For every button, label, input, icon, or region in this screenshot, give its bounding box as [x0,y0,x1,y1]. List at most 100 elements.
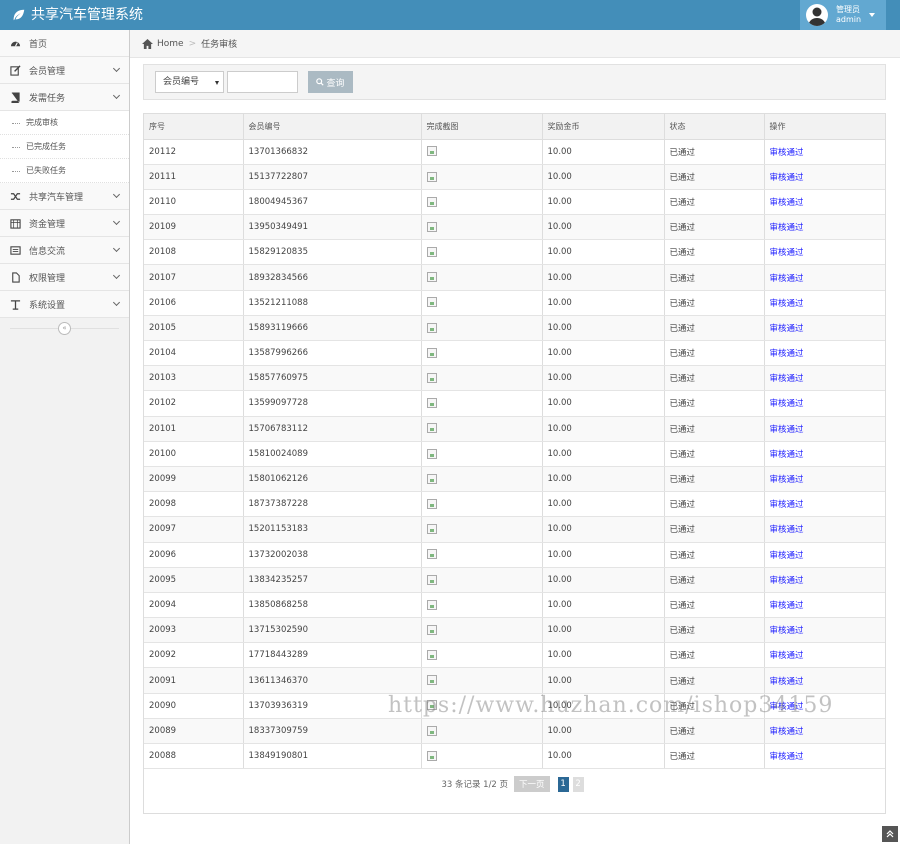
pagination: 33 条记录 1/2 页 下一页 1 2 [144,776,885,792]
sidebar-item-permissions[interactable]: 权限管理 [0,264,129,291]
broken-image-icon[interactable] [426,574,437,585]
cell-screenshot [421,189,543,216]
broken-image-icon[interactable] [426,196,437,207]
broken-image-icon[interactable] [426,347,437,358]
broken-image-icon[interactable] [426,650,437,661]
page-2-button[interactable]: 2 [572,776,584,792]
approve-link[interactable]: 审核通过 [770,551,804,561]
approve-link[interactable]: 审核通过 [770,626,804,636]
broken-image-icon[interactable] [426,247,437,258]
broken-image-icon[interactable] [426,498,437,509]
scroll-top-button[interactable] [882,826,898,842]
submenu-item-completed[interactable]: 已完成任务 [0,135,129,159]
broken-image-icon[interactable] [426,750,437,761]
cell-status: 已通过 [664,441,765,467]
submenu-item-failed[interactable]: 已失败任务 [0,159,129,183]
cell-member-id: 13703936319 [243,693,422,719]
brand[interactable]: 共享汽车管理系统 [12,0,143,30]
user-menu[interactable]: 管理员 admin [800,0,886,30]
approve-link[interactable]: 审核通过 [770,399,804,409]
sidebar-item-messages[interactable]: 信息交流 [0,237,129,264]
sidebar-item-cars[interactable]: 共享汽车管理 [0,183,129,210]
broken-image-icon[interactable] [426,297,437,308]
broken-image-icon[interactable] [426,171,437,182]
approve-link[interactable]: 审核通过 [770,727,804,737]
table-row: 20109 13950349491 10.00 已通过 审核通过 [144,214,885,241]
sidebar-item-funds[interactable]: 资金管理 [0,210,129,237]
broken-image-icon[interactable] [426,423,437,434]
cell-status: 已通过 [664,239,765,266]
broken-image-icon[interactable] [426,473,437,484]
search-field-select[interactable]: 会员编号 [155,71,224,93]
approve-link[interactable]: 审核通过 [770,651,804,661]
approve-link[interactable]: 审核通过 [770,173,804,183]
approve-link[interactable]: 审核通过 [770,148,804,158]
cell-id: 20107 [144,264,244,291]
sidebar-item-settings[interactable]: 系统设置 [0,291,129,318]
broken-image-icon[interactable] [426,725,437,736]
broken-image-icon[interactable] [426,398,437,409]
sidebar-item-members[interactable]: 会员管理 [0,57,129,84]
query-button[interactable]: 查询 [308,71,353,93]
broken-image-icon[interactable] [426,700,437,711]
collapse-icon[interactable]: « [58,322,71,335]
double-chevron-up-icon [886,830,894,838]
cell-screenshot [421,264,543,291]
approve-link[interactable]: 审核通过 [770,223,804,233]
table-row: 20111 15137722807 10.00 已通过 审核通过 [144,164,885,190]
approve-link[interactable]: 审核通过 [770,450,804,460]
approve-link[interactable]: 审核通过 [770,576,804,586]
cell-id: 20089 [144,718,244,745]
broken-image-icon[interactable] [426,146,437,157]
approve-link[interactable]: 审核通过 [770,500,804,510]
broken-image-icon[interactable] [426,373,437,384]
approve-link[interactable]: 审核通过 [770,324,804,334]
table-row: 20101 15706783112 10.00 已通过 审核通过 [144,416,885,442]
broken-image-icon[interactable] [426,272,437,283]
approve-link[interactable]: 审核通过 [770,198,804,208]
breadcrumb-home[interactable]: Home [157,39,184,49]
broken-image-icon[interactable] [426,549,437,560]
broken-image-icon[interactable] [426,675,437,686]
cell-status: 已通过 [664,491,765,518]
approve-link[interactable]: 审核通过 [770,475,804,485]
broken-image-icon[interactable] [426,599,437,610]
broken-image-icon[interactable] [426,524,437,535]
cell-action: 审核通过 [764,516,885,543]
approve-link[interactable]: 审核通过 [770,248,804,258]
next-page-button[interactable]: 下一页 [514,776,550,792]
text-icon [10,299,21,310]
broken-image-icon[interactable] [426,221,437,232]
approve-link[interactable]: 审核通过 [770,677,804,687]
chevron-down-icon [112,271,121,280]
cell-member-id: 15801062126 [243,466,422,493]
table-row: 20092 17718443289 10.00 已通过 审核通过 [144,642,885,669]
approve-link[interactable]: 审核通过 [770,299,804,309]
cell-reward: 10.00 [542,390,665,417]
approve-link[interactable]: 审核通过 [770,349,804,359]
sidebar: 首页 会员管理 发需任务 完成审核 已完成任务 已失败任务 共享汽车管理 资金管… [0,30,130,844]
table-row: 20090 13703936319 10.00 已通过 审核通过 [144,693,885,719]
cell-reward: 10.00 [542,718,665,745]
approve-link[interactable]: 审核通过 [770,752,804,762]
approve-link[interactable]: 审核通过 [770,601,804,611]
broken-image-icon[interactable] [426,624,437,635]
approve-link[interactable]: 审核通过 [770,374,804,384]
approve-link[interactable]: 审核通过 [770,274,804,284]
approve-link[interactable]: 审核通过 [770,525,804,535]
page-1-button[interactable]: 1 [557,776,569,792]
search-input[interactable] [227,71,298,93]
broken-image-icon[interactable] [426,448,437,459]
submenu-item-review[interactable]: 完成审核 [0,111,129,135]
broken-image-icon[interactable] [426,322,437,333]
cell-id: 20112 [144,139,244,165]
cell-id: 20094 [144,592,244,619]
sidebar-item-label: 资金管理 [29,219,66,230]
cell-screenshot [421,491,543,518]
sidebar-item-tasks[interactable]: 发需任务 [0,84,129,111]
table-row: 20103 15857760975 10.00 已通过 审核通过 [144,365,885,392]
cell-member-id: 18737387228 [243,491,422,518]
approve-link[interactable]: 审核通过 [770,425,804,435]
approve-link[interactable]: 审核通过 [770,702,804,712]
sidebar-item-home[interactable]: 首页 [0,30,129,57]
